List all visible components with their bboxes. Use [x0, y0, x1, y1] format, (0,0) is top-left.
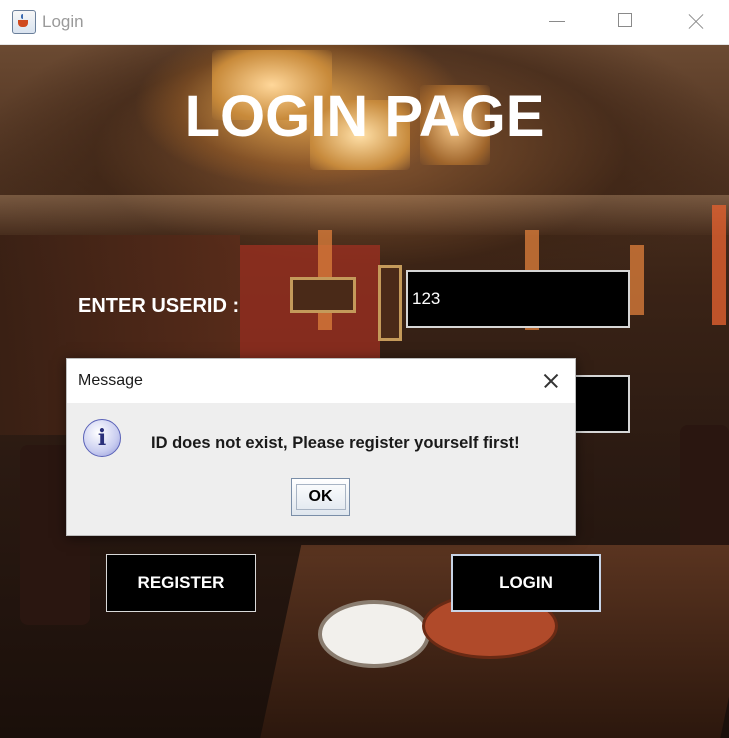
ok-button[interactable]: OK: [291, 478, 350, 516]
close-icon[interactable]: [673, 0, 719, 44]
window-titlebar: Login: [0, 0, 729, 45]
info-icon: i: [83, 419, 121, 457]
java-app-icon: [12, 10, 36, 34]
page-title: LOGIN PAGE: [184, 84, 545, 149]
dialog-close-icon[interactable]: [535, 365, 567, 397]
login-button[interactable]: LOGIN: [451, 554, 601, 612]
wall-frame: [378, 265, 402, 341]
cup-shape: [18, 20, 28, 27]
userid-label: ENTER USERID :: [78, 295, 240, 317]
light-pillar: [630, 245, 644, 315]
userid-input[interactable]: [406, 270, 630, 328]
minimize-icon[interactable]: [535, 0, 581, 44]
dialog-message: ID does not exist, Please register yours…: [151, 434, 520, 452]
maximize-icon[interactable]: [603, 0, 649, 44]
steam-shape: [21, 14, 27, 19]
light-pillar: [712, 205, 726, 325]
wall-frame: [290, 277, 356, 313]
ceiling-band: [0, 195, 729, 235]
register-button[interactable]: REGISTER: [106, 554, 256, 612]
plate: [318, 600, 430, 668]
dialog-title: Message: [78, 372, 143, 389]
message-dialog: Message i ID does not exist, Please regi…: [66, 358, 576, 536]
ok-button-label: OK: [295, 484, 346, 510]
window-title: Login: [42, 12, 84, 31]
dialog-titlebar: Message: [67, 359, 575, 403]
